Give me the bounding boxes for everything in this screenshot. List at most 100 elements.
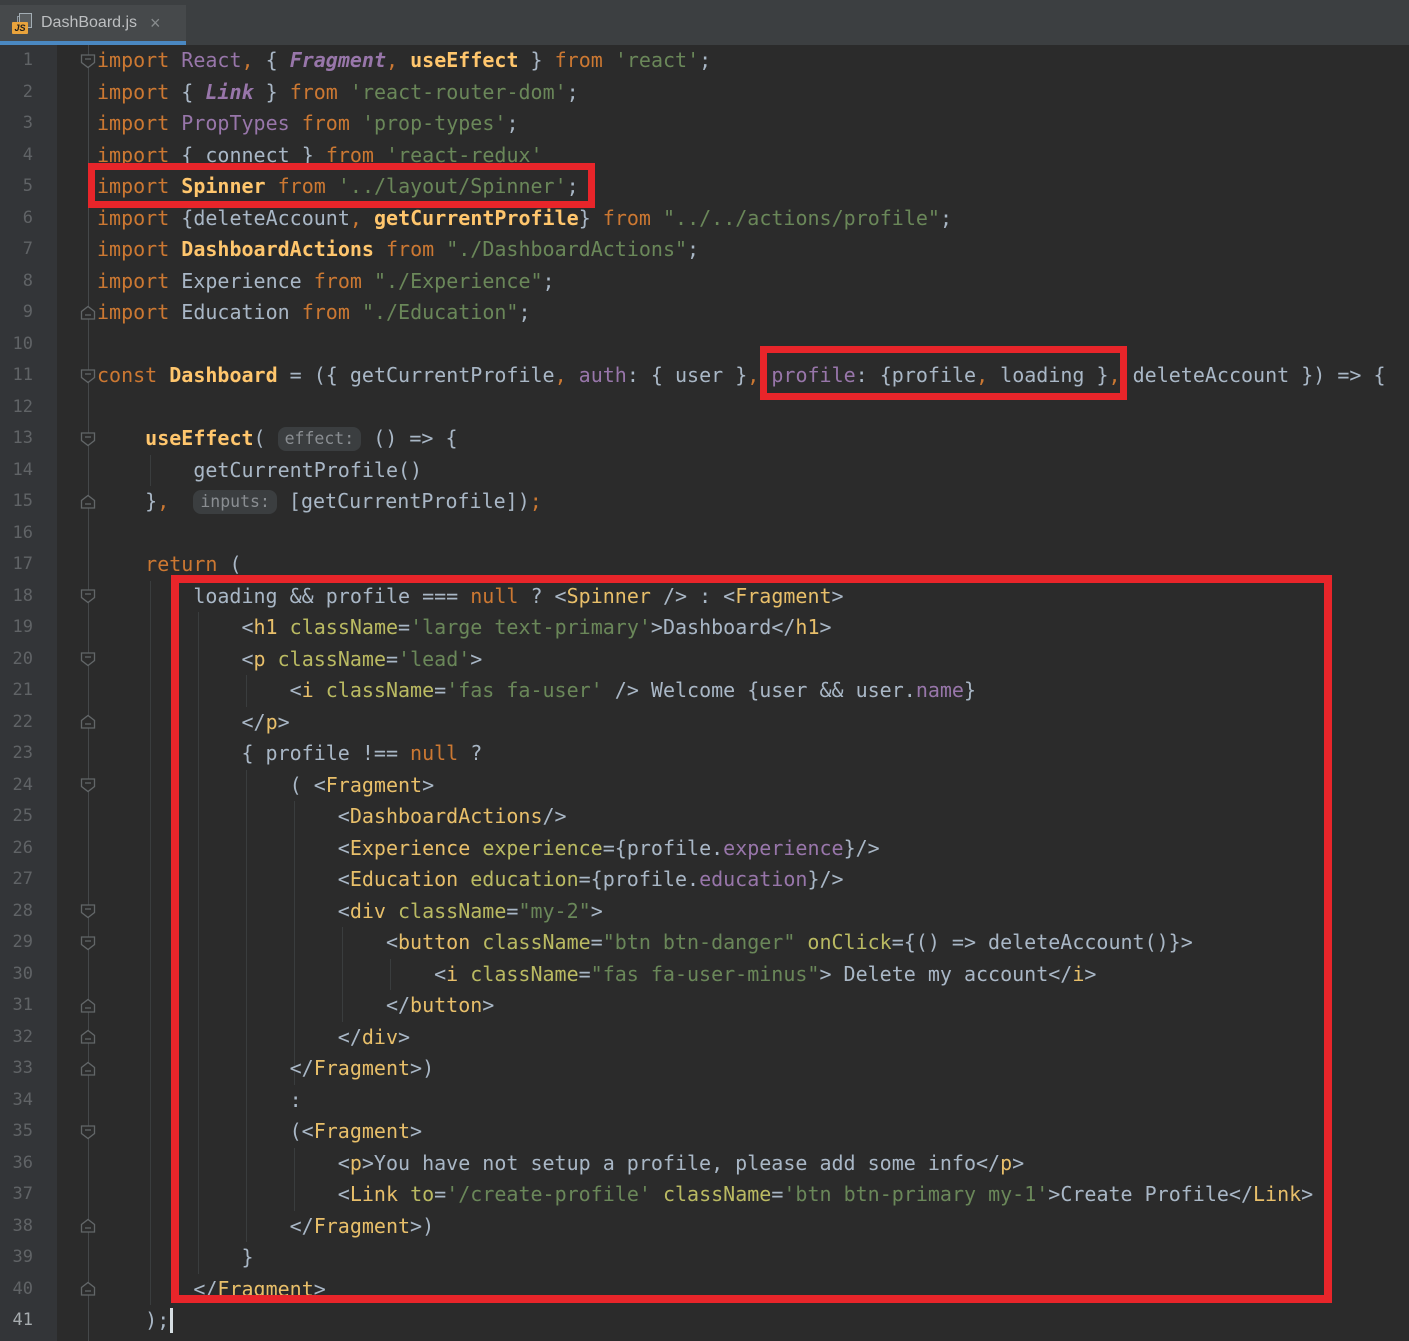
line-number: 40 bbox=[0, 1274, 33, 1306]
line-number: 11 bbox=[0, 360, 33, 392]
code-text: <Link to='/create-profile' className='bt… bbox=[97, 1179, 1313, 1211]
code-text: import React, { Fragment, useEffect } fr… bbox=[97, 45, 711, 77]
fold-collapse-icon[interactable] bbox=[80, 368, 96, 388]
line-number: 13 bbox=[0, 423, 33, 455]
code-line[interactable]: 31</button> bbox=[0, 990, 1409, 1022]
fold-collapse-icon[interactable] bbox=[80, 777, 96, 797]
code-line[interactable]: 22</p> bbox=[0, 707, 1409, 739]
line-number: 41 bbox=[0, 1305, 33, 1337]
code-line[interactable]: 6import {deleteAccount, getCurrentProfil… bbox=[0, 203, 1409, 235]
code-text: import Spinner from '../layout/Spinner'; bbox=[97, 171, 579, 203]
code-line[interactable]: 30<i className="fas fa-user-minus"> Dele… bbox=[0, 959, 1409, 991]
tab-dashboard[interactable]: JS DashBoard.js × bbox=[0, 5, 186, 45]
code-line[interactable]: 8 import Experience from "./Experience"; bbox=[0, 266, 1409, 298]
fold-end-icon[interactable] bbox=[80, 1281, 96, 1301]
line-number: 29 bbox=[0, 927, 33, 959]
code-line[interactable]: 5 import Spinner from '../layout/Spinner'… bbox=[0, 171, 1409, 203]
line-number: 37 bbox=[0, 1179, 33, 1211]
code-line[interactable]: 11 const Dashboard = ({ getCurrentProfile… bbox=[0, 360, 1409, 392]
fold-collapse-icon[interactable] bbox=[80, 651, 96, 671]
line-number: 22 bbox=[0, 707, 33, 739]
line-number: 8 bbox=[0, 266, 33, 298]
code-line[interactable]: 26<Experience experience={profile.experi… bbox=[0, 833, 1409, 865]
line-number: 5 bbox=[0, 171, 33, 203]
code-line[interactable]: 34: bbox=[0, 1085, 1409, 1117]
code-line[interactable]: 4 import { connect } from 'react-redux' bbox=[0, 140, 1409, 172]
code-line[interactable]: 24( <Fragment> bbox=[0, 770, 1409, 802]
fold-collapse-icon[interactable] bbox=[80, 903, 96, 923]
line-number: 31 bbox=[0, 990, 33, 1022]
fold-collapse-icon[interactable] bbox=[80, 588, 96, 608]
fold-collapse-icon[interactable] bbox=[80, 935, 96, 955]
code-line[interactable]: 19<h1 className='large text-primary'>Das… bbox=[0, 612, 1409, 644]
line-number: 4 bbox=[0, 140, 33, 172]
fold-end-icon[interactable] bbox=[80, 1218, 96, 1238]
code-line[interactable]: 1 import React, { Fragment, useEffect } f… bbox=[0, 45, 1409, 77]
code-line[interactable]: 12 bbox=[0, 392, 1409, 424]
fold-end-icon[interactable] bbox=[80, 305, 96, 325]
fold-end-icon[interactable] bbox=[80, 998, 96, 1018]
fold-collapse-icon[interactable] bbox=[80, 1124, 96, 1144]
code-line[interactable]: 33</Fragment>) bbox=[0, 1053, 1409, 1085]
fold-end-icon[interactable] bbox=[80, 494, 96, 514]
line-number: 1 bbox=[0, 45, 33, 77]
code-line[interactable]: 36<p>You have not setup a profile, pleas… bbox=[0, 1148, 1409, 1180]
line-number: 28 bbox=[0, 896, 33, 928]
code-line[interactable]: 27<Education education={profile.educatio… bbox=[0, 864, 1409, 896]
code-line[interactable]: 25<DashboardActions/> bbox=[0, 801, 1409, 833]
code-text: import Experience from "./Experience"; bbox=[97, 266, 555, 298]
code-line[interactable]: 37 <Link to='/create-profile' className='… bbox=[0, 1179, 1409, 1211]
code-line[interactable]: 35(<Fragment> bbox=[0, 1116, 1409, 1148]
code-line[interactable]: 9import Education from "./Education"; bbox=[0, 297, 1409, 329]
code-line[interactable]: 32 </div> bbox=[0, 1022, 1409, 1054]
code-text: </Fragment>) bbox=[97, 1211, 434, 1243]
line-number: 39 bbox=[0, 1242, 33, 1274]
code-line[interactable]: 18 loading && profile === null ? <Spinner… bbox=[0, 581, 1409, 613]
code-line[interactable]: 21<i className='fas fa-user' /> Welcome … bbox=[0, 675, 1409, 707]
code-line[interactable]: 13useEffect( effect: () => { bbox=[0, 423, 1409, 455]
code-line[interactable]: 23{ profile !== null ? bbox=[0, 738, 1409, 770]
code-text: import { Link } from 'react-router-dom'; bbox=[97, 77, 579, 109]
code-text: <div className="my-2"> bbox=[97, 896, 603, 928]
code-line[interactable]: 29 <button className="btn btn-danger" onC… bbox=[0, 927, 1409, 959]
tab-close-icon[interactable]: × bbox=[150, 14, 161, 32]
code-line[interactable]: 3import PropTypes from 'prop-types'; bbox=[0, 108, 1409, 140]
fold-end-icon[interactable] bbox=[80, 1029, 96, 1049]
code-line[interactable]: 15}, inputs: [getCurrentProfile]); bbox=[0, 486, 1409, 518]
code-line[interactable]: 10 bbox=[0, 329, 1409, 361]
code-line[interactable]: 16 bbox=[0, 518, 1409, 550]
fold-collapse-icon[interactable] bbox=[80, 431, 96, 451]
line-number: 17 bbox=[0, 549, 33, 581]
code-line[interactable]: 7import DashboardActions from "./Dashboa… bbox=[0, 234, 1409, 266]
line-number: 32 bbox=[0, 1022, 33, 1054]
code-line[interactable]: 41); bbox=[0, 1305, 1409, 1337]
code-line[interactable]: 38</Fragment>) bbox=[0, 1211, 1409, 1243]
code-text: : bbox=[97, 1085, 302, 1117]
fold-end-icon[interactable] bbox=[80, 714, 96, 734]
code-text: loading && profile === null ? <Spinner /… bbox=[97, 581, 844, 613]
code-editor[interactable]: 1 import React, { Fragment, useEffect } f… bbox=[0, 45, 1409, 1341]
code-line[interactable]: 40</Fragment> bbox=[0, 1274, 1409, 1306]
line-number: 18 bbox=[0, 581, 33, 613]
line-number: 35 bbox=[0, 1116, 33, 1148]
code-line[interactable]: 28 <div className="my-2"> bbox=[0, 896, 1409, 928]
code-line[interactable]: 2import { Link } from 'react-router-dom'… bbox=[0, 77, 1409, 109]
line-number: 30 bbox=[0, 959, 33, 991]
code-text: ); bbox=[97, 1305, 169, 1337]
code-line[interactable]: 17return ( bbox=[0, 549, 1409, 581]
code-line[interactable]: 14getCurrentProfile() bbox=[0, 455, 1409, 487]
line-number: 14 bbox=[0, 455, 33, 487]
code-text: import DashboardActions from "./Dashboar… bbox=[97, 234, 699, 266]
code-text: <button className="btn btn-danger" onCli… bbox=[97, 927, 1193, 959]
code-text: </div> bbox=[97, 1022, 410, 1054]
code-line[interactable]: 20<p className='lead'> bbox=[0, 644, 1409, 676]
code-text: <DashboardActions/> bbox=[97, 801, 567, 833]
fold-end-icon[interactable] bbox=[80, 1061, 96, 1081]
code-text: import { connect } from 'react-redux' bbox=[97, 140, 543, 172]
code-line[interactable]: 39} bbox=[0, 1242, 1409, 1274]
code-text: }, inputs: [getCurrentProfile]); bbox=[97, 486, 542, 518]
fold-collapse-icon[interactable] bbox=[80, 53, 96, 73]
code-text: const Dashboard = ({ getCurrentProfile, … bbox=[97, 360, 1386, 392]
line-number: 33 bbox=[0, 1053, 33, 1085]
line-number: 27 bbox=[0, 864, 33, 896]
